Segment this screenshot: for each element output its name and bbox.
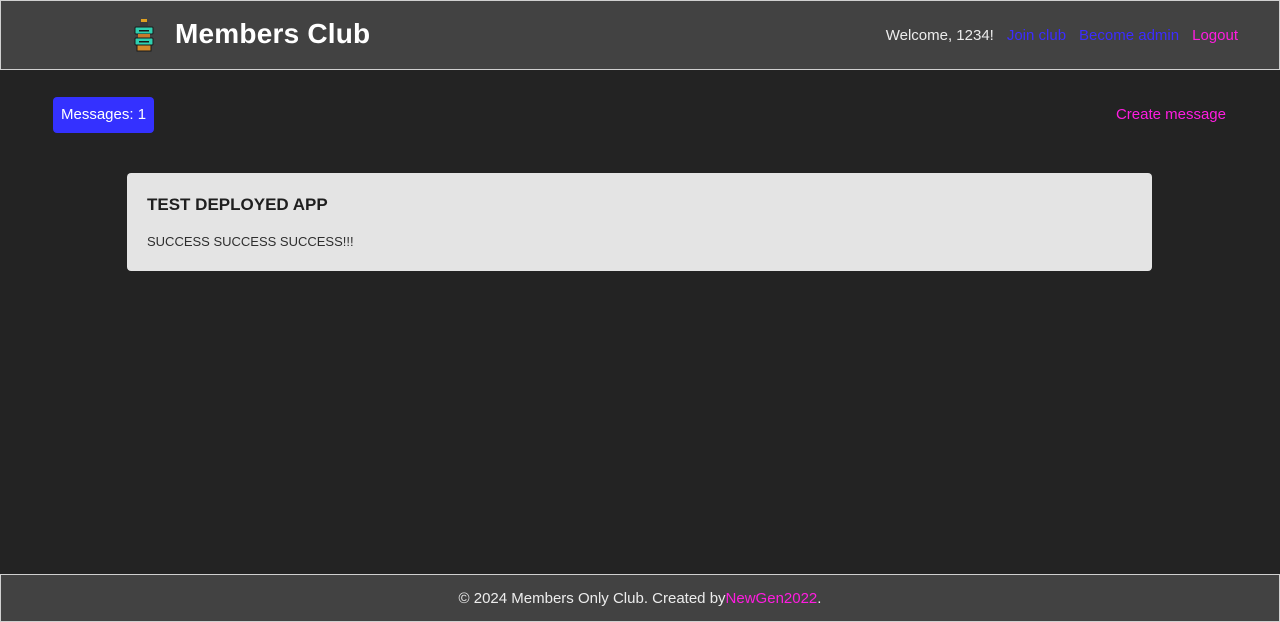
site-footer: © 2024 Members Only Club. Created by New…: [0, 574, 1280, 622]
message-body: SUCCESS SUCCESS SUCCESS!!!: [147, 234, 354, 249]
members-club-logo-icon[interactable]: [132, 19, 156, 53]
header-nav: Welcome, 1234! Join club Become admin Lo…: [886, 27, 1238, 44]
site-header: Members Club Welcome, 1234! Join club Be…: [0, 0, 1280, 70]
message-title: TEST DEPLOYED APP: [147, 195, 328, 214]
welcome-text: Welcome, 1234!: [885, 27, 994, 44]
become-admin-link[interactable]: Become admin: [1079, 27, 1179, 44]
join-club-link[interactable]: Join club: [1007, 27, 1066, 44]
footer-text: © 2024 Members Only Club. Created by: [458, 589, 726, 607]
create-message-link[interactable]: Create message: [1116, 106, 1226, 123]
brand-title[interactable]: Members Club: [175, 18, 370, 50]
message-card: TEST DEPLOYED APP SUCCESS SUCCESS SUCCES…: [127, 173, 1152, 271]
footer-suffix: .: [817, 589, 822, 607]
logout-link[interactable]: Logout: [1192, 27, 1238, 44]
messages-count-badge: Messages: 1: [53, 97, 155, 133]
footer-author-link[interactable]: NewGen2022: [726, 590, 818, 607]
